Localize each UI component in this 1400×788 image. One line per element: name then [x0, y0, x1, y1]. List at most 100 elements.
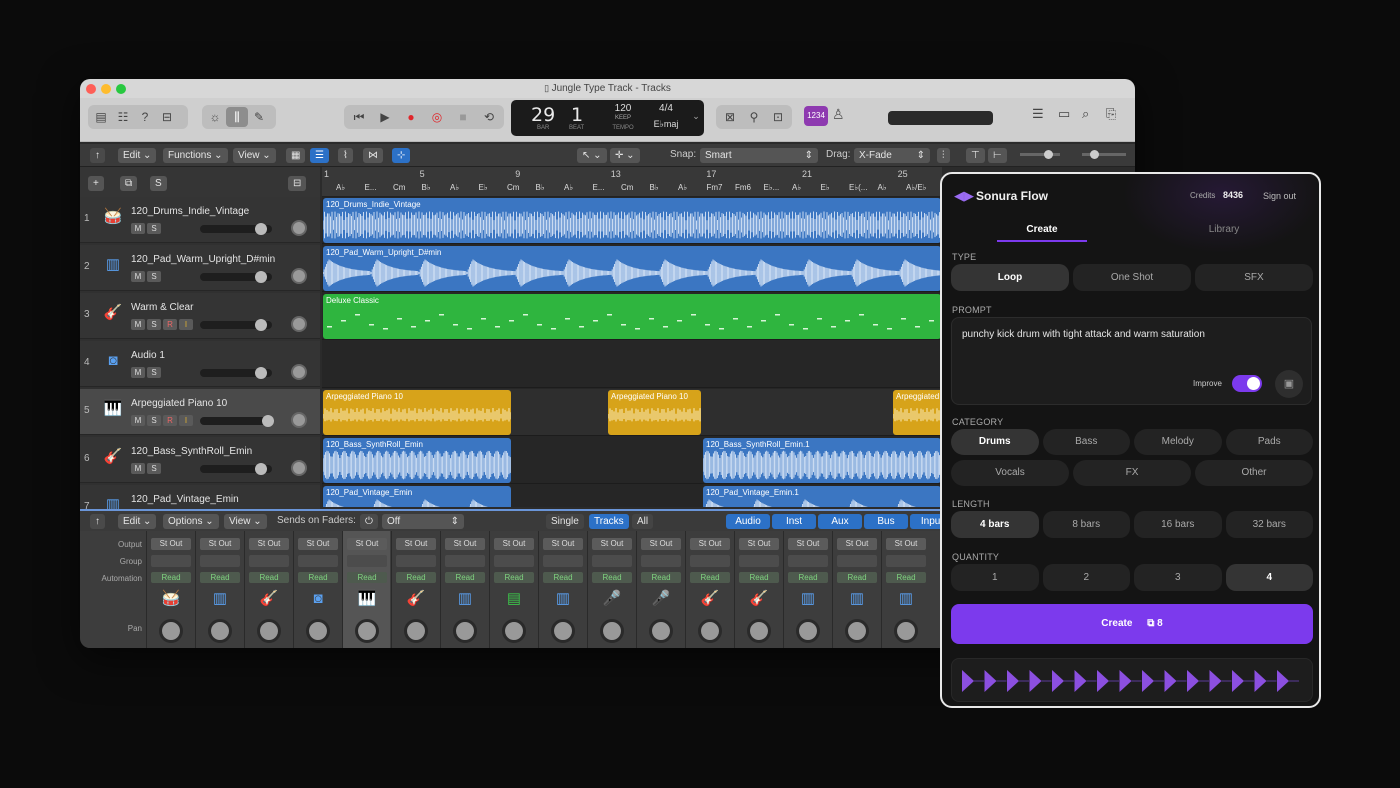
channel-strip[interactable]: St Out Read ▥: [783, 531, 831, 648]
track-m-button[interactable]: M: [131, 271, 145, 282]
chord-marker[interactable]: A♭/E♭: [906, 183, 926, 192]
track-lane[interactable]: [322, 341, 942, 388]
region-bass-b[interactable]: 120_Bass_SynthRoll_Emin.1: [703, 438, 941, 483]
automation-mode[interactable]: Read: [592, 572, 632, 583]
output-select[interactable]: St Out: [200, 538, 240, 550]
panel-tab-create[interactable]: Create: [997, 224, 1087, 235]
chord-marker[interactable]: A♭: [878, 183, 887, 192]
channel-strip[interactable]: St Out Read ▤: [489, 531, 537, 648]
group-slot[interactable]: [837, 555, 877, 567]
output-select[interactable]: St Out: [347, 538, 387, 550]
track-r-button[interactable]: R: [163, 415, 177, 426]
channel-pan-knob[interactable]: [600, 619, 624, 643]
output-select[interactable]: St Out: [690, 538, 730, 550]
output-select[interactable]: St Out: [641, 538, 681, 550]
track-m-button[interactable]: M: [131, 319, 145, 330]
stop-icon[interactable]: ■: [452, 107, 474, 127]
fader-knob[interactable]: [255, 223, 267, 235]
region-pad2-b[interactable]: 120_Pad_Vintage_Emin.1: [703, 486, 941, 507]
track-header-1[interactable]: 1 🥁 120_Drums_Indie_Vintage M S: [80, 197, 320, 243]
region-pad2-a[interactable]: 120_Pad_Vintage_Emin: [323, 486, 511, 507]
prompt-input[interactable]: punchy kick drum with tight attack and w…: [951, 317, 1312, 405]
fader-knob[interactable]: [262, 415, 274, 427]
channel-strip[interactable]: St Out Read ▥: [881, 531, 929, 648]
channel-pan-knob[interactable]: [208, 619, 232, 643]
automation-mode[interactable]: Read: [445, 572, 485, 583]
window-zoom-button[interactable]: [116, 84, 126, 94]
channel-pan-knob[interactable]: [845, 619, 869, 643]
group-slot[interactable]: [543, 555, 583, 567]
automation-mode[interactable]: Read: [494, 572, 534, 583]
automation-mode[interactable]: Read: [886, 572, 926, 583]
output-select[interactable]: St Out: [739, 538, 779, 550]
qtys-option-3[interactable]: 3: [1134, 564, 1222, 591]
category-option-other[interactable]: Other: [1195, 460, 1313, 486]
channel-strip[interactable]: St Out Read 🎹: [342, 531, 390, 648]
track-volume-fader[interactable]: [200, 463, 272, 475]
chord-marker[interactable]: Cm: [393, 183, 405, 192]
add-track-icon[interactable]: +: [88, 176, 104, 191]
group-slot[interactable]: [445, 555, 485, 567]
solo-tool-icon[interactable]: ⊡: [767, 107, 789, 127]
lens-option-4-bars[interactable]: 4 bars: [951, 511, 1039, 538]
count-in-badge[interactable]: 1234: [804, 106, 828, 126]
mixer-filter-aux[interactable]: Aux: [818, 514, 862, 529]
group-slot[interactable]: [886, 555, 926, 567]
track-i-button[interactable]: I: [179, 319, 193, 330]
drag-select[interactable]: X-Fade ⇕: [854, 148, 930, 163]
panel-tab-library[interactable]: Library: [1179, 224, 1269, 235]
fader-knob[interactable]: [255, 319, 267, 331]
mixer-tab-tracks[interactable]: Tracks: [589, 514, 629, 529]
output-select[interactable]: St Out: [249, 538, 289, 550]
output-select[interactable]: St Out: [151, 538, 191, 550]
track-volume-fader[interactable]: [200, 223, 272, 235]
channel-strip[interactable]: St Out Read 🎸: [391, 531, 439, 648]
track-m-button[interactable]: M: [131, 415, 145, 426]
edit-menu[interactable]: Edit ⌄: [118, 148, 157, 163]
types-option-sfx[interactable]: SFX: [1195, 264, 1313, 291]
track-header-2[interactable]: 2 ▥ 120_Pad_Warm_Upright_D#min M S: [80, 245, 320, 291]
automation-mode[interactable]: Read: [396, 572, 436, 583]
automation-mode[interactable]: Read: [788, 572, 828, 583]
automation-mode[interactable]: Read: [837, 572, 877, 583]
group-slot[interactable]: [494, 555, 534, 567]
fader-knob[interactable]: [255, 271, 267, 283]
channel-pan-knob[interactable]: [894, 619, 918, 643]
horizontal-fit-icon[interactable]: ⊢: [988, 148, 1007, 163]
channel-pan-knob[interactable]: [355, 619, 379, 643]
category-option-drums[interactable]: Drums: [951, 429, 1039, 455]
pointer-tool-menu[interactable]: ↖ ⌄: [577, 148, 607, 163]
catch-icon[interactable]: ⊹: [392, 148, 411, 163]
group-slot[interactable]: [641, 555, 681, 567]
horizontal-zoom-slider[interactable]: [1082, 150, 1126, 159]
waveform-zoom-icon[interactable]: ⫶: [937, 148, 950, 163]
tuner-icon[interactable]: ⚲: [743, 107, 765, 127]
lens-option-32-bars[interactable]: 32 bars: [1225, 511, 1313, 538]
track-s-button[interactable]: S: [147, 319, 161, 330]
chord-marker[interactable]: E♭: [479, 183, 488, 192]
group-slot[interactable]: [788, 555, 828, 567]
track-volume-fader[interactable]: [200, 415, 274, 427]
chord-marker[interactable]: E...: [365, 183, 377, 192]
list-view-icon[interactable]: ☰: [310, 148, 329, 163]
category-option-bass[interactable]: Bass: [1042, 429, 1130, 455]
sign-out-link[interactable]: Sign out: [1263, 191, 1296, 201]
track-volume-fader[interactable]: [200, 367, 272, 379]
qtys-option-2[interactable]: 2: [1042, 564, 1130, 591]
chord-marker[interactable]: Fm7: [707, 183, 723, 192]
help-icon[interactable]: ?: [134, 107, 156, 127]
chord-marker[interactable]: B♭: [650, 183, 659, 192]
toolbar-icon[interactable]: ⊟: [156, 107, 178, 127]
output-select[interactable]: St Out: [592, 538, 632, 550]
snap-select[interactable]: Smart ⇕: [700, 148, 818, 163]
track-pan-knob[interactable]: [291, 460, 307, 476]
output-select[interactable]: St Out: [788, 538, 828, 550]
metronome-icon[interactable]: ♙: [832, 106, 845, 123]
chord-marker[interactable]: A♭: [678, 183, 687, 192]
attach-icon[interactable]: ▣: [1275, 370, 1303, 398]
region-piano-a[interactable]: Arpeggiated Piano 10: [323, 390, 511, 435]
track-m-button[interactable]: M: [131, 223, 145, 234]
category-option-melody[interactable]: Melody: [1134, 429, 1222, 455]
channel-pan-knob[interactable]: [747, 619, 771, 643]
track-s-button[interactable]: S: [147, 223, 161, 234]
